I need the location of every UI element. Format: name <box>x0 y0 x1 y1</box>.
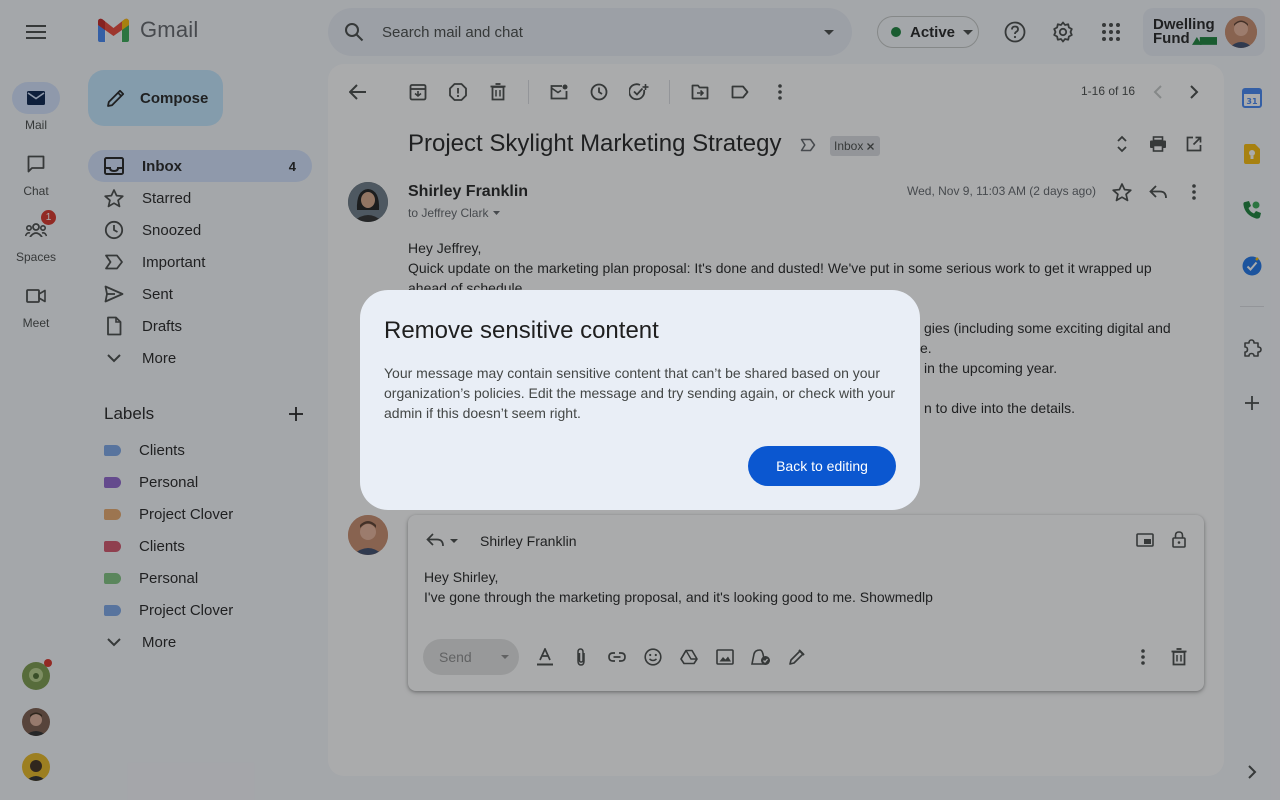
sensitive-content-dialog: Remove sensitive content Your message ma… <box>360 290 920 510</box>
dialog-body: Your message may contain sensitive conte… <box>384 365 896 421</box>
dialog-title: Remove sensitive content <box>384 317 659 344</box>
back-to-editing-button[interactable]: Back to editing <box>748 446 896 486</box>
